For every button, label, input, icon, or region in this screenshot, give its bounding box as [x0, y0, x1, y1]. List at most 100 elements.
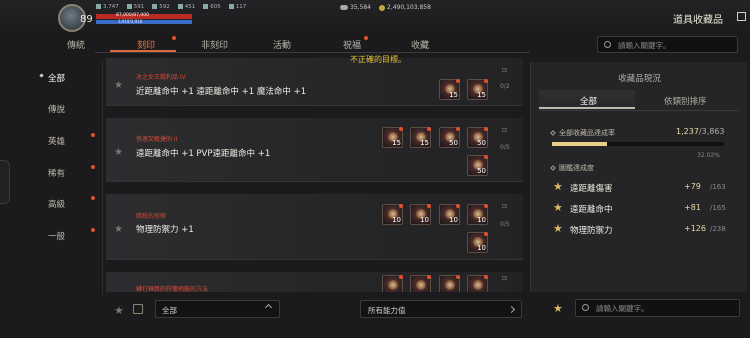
active-tab-indicator	[110, 50, 176, 52]
tabs-divider	[95, 52, 530, 53]
rate-current: 1,237	[676, 127, 699, 136]
item-count: 15	[477, 91, 486, 99]
chevron-right-icon	[507, 305, 516, 314]
category-common[interactable]: 一般	[48, 230, 65, 242]
category-all[interactable]: 全部	[48, 72, 65, 84]
stat-evasion: 605	[203, 4, 221, 10]
category-legendary[interactable]: 傳說	[48, 103, 65, 115]
tab-non-engraved[interactable]: 非刻印	[201, 38, 228, 51]
entry-name: 轉打錘算的狩獵飛龍的方法	[136, 286, 209, 292]
completion-rate-fill	[552, 142, 608, 146]
item-count: 50	[477, 139, 486, 147]
category-advanced-notification-dot	[91, 196, 95, 200]
ability-filter-value: 所有能力值	[368, 306, 406, 315]
category-common-notification-dot	[91, 228, 95, 232]
stat-value: 592	[159, 4, 170, 10]
mp-bar	[96, 20, 192, 24]
collection-entry[interactable]: ★ 快速又敏捷的 II 遠距離命中 +1 PVP遠距離命中 +1 ⊡ 0/5 1…	[106, 118, 523, 182]
collection-item-slot[interactable]	[439, 275, 460, 292]
collection-item-slot[interactable]: 50	[439, 127, 460, 148]
collection-item-slot[interactable]	[410, 275, 431, 292]
panel-tab-divider	[539, 110, 739, 111]
top-bar: 89 3,747 591 592 451 605 117 87,000/87,0…	[0, 0, 750, 32]
collection-entry[interactable]: 轉打錘算的狩獵飛龍的方法 ⊡	[106, 272, 523, 292]
search-input[interactable]: 請輸入關鍵字。	[597, 36, 738, 53]
lock-filter-icon[interactable]	[133, 304, 143, 314]
evasion-icon	[203, 4, 209, 9]
category-advanced[interactable]: 高級	[48, 198, 65, 210]
panel-search-input[interactable]: 請輸入關鍵字。	[575, 299, 740, 317]
achievement-max: /238	[710, 225, 726, 233]
tab-traditional[interactable]: 傳統	[67, 38, 85, 51]
favorite-star-icon[interactable]: ★	[114, 225, 124, 235]
category-heroic[interactable]: 英雄	[48, 135, 65, 147]
tab-blessing[interactable]: 祝福	[343, 38, 361, 51]
collection-item-slot[interactable]: 50	[467, 155, 488, 176]
collection-entry[interactable]: ★ 暗殺的技術 物理防禦力 +1 ⊡ 0/5 10 10 10 10 10	[106, 194, 523, 260]
completion-rate-percent: 32.02%	[697, 152, 720, 159]
achievement-gain: +79	[684, 182, 701, 191]
collection-item-slot[interactable]	[382, 275, 403, 292]
panel-tab-by-type[interactable]: 依類別排序	[664, 95, 707, 107]
achievement-gain: +81	[684, 203, 701, 212]
stat-value: 3,747	[103, 4, 119, 10]
stat-value: 591	[133, 4, 145, 10]
collection-item-slot[interactable]: 15	[467, 79, 488, 100]
ability-filter-select[interactable]: 所有能力值	[360, 300, 522, 318]
register-icon[interactable]: ⊡	[502, 275, 507, 282]
search-placeholder: 請輸入關鍵字。	[618, 41, 671, 50]
gold-star-icon: ★	[553, 222, 563, 235]
collection-item-slot[interactable]: 10	[467, 204, 488, 225]
tab-event[interactable]: 活動	[273, 38, 291, 51]
stat-accuracy: 451	[177, 4, 195, 10]
collection-list[interactable]: ★ 冰之女王戰利品 IV 近距離命中 +1 遠距離命中 +1 魔法命中 +1 ⊡…	[106, 58, 523, 292]
entry-name: 冰之女王戰利品 IV	[136, 74, 186, 81]
gold-amount: 2,490,103,858	[387, 4, 431, 11]
collection-item-slot[interactable]: 10	[382, 204, 403, 225]
stat-value: 117	[235, 4, 247, 10]
register-icon[interactable]: ⊡	[502, 203, 507, 210]
achievement-max: /163	[710, 183, 726, 191]
side-panel-handle[interactable]	[0, 160, 10, 204]
combat-icon	[96, 4, 101, 9]
register-icon[interactable]: ⊡	[502, 67, 507, 74]
tab-collect[interactable]: 收藏	[411, 38, 429, 51]
achievement-name: 遠距離命中	[570, 205, 613, 215]
favorite-star-icon[interactable]: ★	[114, 148, 124, 158]
collection-item-slot[interactable]: 15	[410, 127, 431, 148]
tab-blessing-notification-dot	[364, 36, 368, 40]
character-level: 89	[80, 14, 93, 25]
entry-progress: 0/5	[500, 221, 510, 228]
collection-item-slot[interactable]: 10	[439, 204, 460, 225]
register-icon[interactable]: ⊡	[502, 127, 507, 134]
item-count: 15	[449, 91, 458, 99]
gold-star-icon: ★	[553, 180, 563, 193]
item-count: 10	[449, 216, 458, 224]
page-title: 道具收藏品	[673, 15, 723, 26]
item-count: 15	[392, 139, 401, 147]
collection-item-slot[interactable]: 50	[467, 127, 488, 148]
grade-filter-select[interactable]: 全部	[155, 300, 280, 318]
gold-coin-icon	[379, 4, 385, 11]
achievement-row: ★ 物理防禦力 +126 /238	[552, 222, 732, 240]
collection-entry[interactable]: ★ 冰之女王戰利品 IV 近距離命中 +1 遠距離命中 +1 魔法命中 +1 ⊡…	[106, 58, 523, 106]
panel-favorite-star-icon[interactable]: ★	[553, 302, 563, 315]
item-count: 10	[477, 216, 486, 224]
stat-weight: 117	[228, 4, 247, 10]
completion-rate-bar	[552, 142, 724, 146]
panel-tab-all[interactable]: 全部	[580, 95, 597, 107]
defense-icon	[152, 4, 158, 9]
entry-effect: 遠距離命中 +1 PVP遠距離命中 +1	[136, 149, 271, 159]
category-rare-notification-dot	[91, 165, 95, 169]
collection-item-slot[interactable]: 15	[382, 127, 403, 148]
achievement-name: 遠距離傷害	[570, 184, 613, 194]
favorite-star-icon[interactable]: ★	[114, 81, 124, 91]
collection-item-slot[interactable]: 10	[467, 232, 488, 253]
collection-item-slot[interactable]: 10	[410, 204, 431, 225]
chevron-up-icon	[264, 303, 273, 312]
collection-item-slot[interactable]: 15	[439, 79, 460, 100]
category-rare[interactable]: 稀有	[48, 167, 65, 179]
collection-item-slot[interactable]	[467, 275, 488, 292]
currency-display: 35,584 2,490,103,858	[340, 4, 431, 11]
favorite-filter-star-icon[interactable]: ★	[114, 304, 124, 317]
